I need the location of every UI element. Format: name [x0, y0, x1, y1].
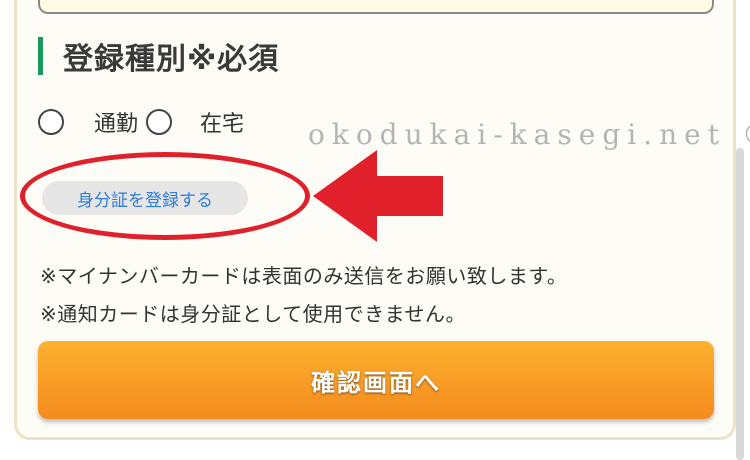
watermark: okodukai-kasegi.net © [308, 118, 750, 151]
annotation-arrow-icon [313, 150, 443, 242]
radio-label-remote: 在宅 [200, 112, 245, 137]
radio-option-commute[interactable]: 通勤 [38, 106, 146, 138]
radio-label-commute: 通勤 [94, 112, 139, 137]
register-id-button[interactable]: 身分証を登録する [42, 181, 248, 215]
radio-button-remote[interactable] [146, 109, 173, 135]
note-my-number-card: ※マイナンバーカードは表面のみ送信をお願い致します。 [40, 264, 568, 288]
note-notification-card: ※通知カードは身分証として使用できません。 [40, 302, 467, 326]
registration-type-radio-group: 通勤 在宅 [38, 102, 244, 142]
previous-field-box [38, 0, 714, 14]
section-title: 登録種別※必須 [63, 42, 280, 77]
section-heading: 登録種別※必須 [38, 34, 279, 78]
confirm-screen-button[interactable]: 確認画面へ [38, 341, 714, 419]
radio-option-remote[interactable]: 在宅 [146, 106, 244, 138]
scrollbar[interactable] [736, 148, 744, 460]
radio-button-commute[interactable] [38, 109, 64, 135]
heading-accent-bar [38, 37, 43, 75]
